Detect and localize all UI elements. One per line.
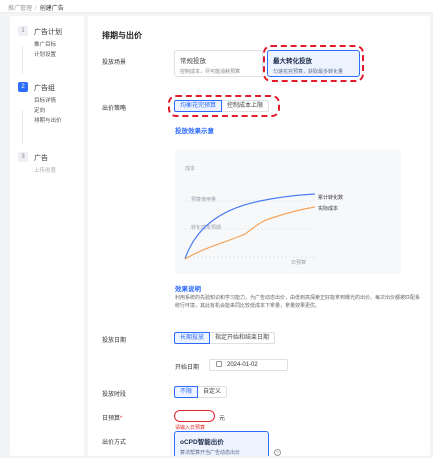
time-option-custom[interactable]: 自定义	[197, 386, 228, 398]
step-sub-targeting[interactable]: 定向	[34, 106, 45, 114]
required-mark: *	[120, 416, 123, 422]
start-date-field[interactable]: 2024-01-02	[209, 359, 288, 371]
step-sub-schedule-bid[interactable]: 排期与出价	[34, 116, 62, 124]
effect-diagram: 成本 预算使用量 转化成本预期 累计转化数 实际成本 日预算	[175, 149, 401, 274]
time-label: 投放时段	[102, 392, 127, 398]
step-sub-upload-creative[interactable]: 上传创意	[34, 166, 56, 174]
time-option-unlimited[interactable]: 不限	[174, 386, 199, 398]
explain-text: 利用系统的先验知识和学习能力，为广告动态出价，由低到高探索正好能拿到曝光的出价。…	[175, 295, 421, 309]
step-connector	[22, 110, 23, 144]
date-option-long-term[interactable]: 长期投放	[174, 332, 211, 344]
cost-curve	[184, 206, 316, 260]
step-sub-target-details[interactable]: 目标详情	[34, 96, 56, 104]
budget-input[interactable]	[174, 410, 215, 422]
start-date-value: 2024-01-02	[227, 362, 258, 368]
step-title: 广告计划	[34, 29, 62, 36]
scene-option-regular[interactable]: 常规投放 控制成本，尽可能消耗预算	[174, 50, 263, 77]
budget-label-text: 日预算	[102, 416, 121, 422]
budget-label: 日预算*	[102, 413, 122, 422]
scene-option-desc: 控制成本，尽可能消耗预算	[180, 69, 241, 75]
breadcrumb-separator: /	[35, 6, 37, 12]
strategy-option-balanced[interactable]: 均衡花完预算	[174, 100, 223, 112]
steps-sidebar: 1 广告计划 推广目标 计划设置 2 广告组 目标详情 定向 排期与出价 3 广…	[10, 16, 84, 456]
breadcrumb-current: 创建广告	[39, 6, 64, 12]
step-number: 3	[18, 152, 28, 162]
bid-option-title: oCPD智能出价	[180, 439, 224, 446]
help-icon[interactable]: ?	[274, 449, 281, 456]
step-title: 广告	[34, 155, 48, 162]
breadcrumb: 推广管理 / 创建广告	[0, 0, 433, 13]
explain-title: 效果说明	[175, 286, 201, 293]
budget-unit: 元	[219, 416, 226, 422]
date-label: 投放日期	[102, 338, 127, 344]
calendar-icon	[216, 361, 222, 367]
bid-option-ocpd[interactable]: oCPD智能出价 算法帮算开当广告动态出价	[174, 431, 269, 456]
scene-option-title: 常规投放	[180, 58, 206, 65]
scene-label: 投放场景	[102, 60, 127, 66]
step-connector	[22, 46, 23, 74]
bid-method-label: 出价方式	[102, 440, 127, 446]
step-sub-plan-settings[interactable]: 计划设置	[34, 50, 56, 58]
highlight-box	[263, 45, 364, 82]
schedule-bid-panel: 排期与出价 投放场景 常规投放 控制成本，尽可能消耗预算 最大转化投放 匀速花完…	[88, 16, 430, 456]
step-sub-goal[interactable]: 推广目标	[34, 40, 56, 48]
budget-error: 请输入日预算	[175, 425, 206, 431]
date-option-range[interactable]: 指定开始和结束日期	[209, 332, 276, 344]
date-segmented: 长期投放 指定开始和结束日期	[174, 332, 276, 344]
breadcrumb-parent[interactable]: 推广管理	[8, 6, 32, 12]
step-number: 2	[18, 82, 28, 92]
section-title: 排期与出价	[102, 31, 142, 40]
start-date-label: 开始日期	[175, 365, 200, 371]
bid-option-desc: 算法帮算开当广告动态出价	[180, 450, 241, 456]
effect-diagram-svg	[184, 193, 316, 260]
time-segmented: 不限 自定义	[174, 386, 228, 398]
effect-diagram-link[interactable]: 投放效果示意	[175, 125, 214, 135]
strategy-label: 出价策略	[102, 106, 127, 112]
step-number: 1	[18, 26, 28, 36]
step-title: 广告组	[34, 85, 55, 92]
